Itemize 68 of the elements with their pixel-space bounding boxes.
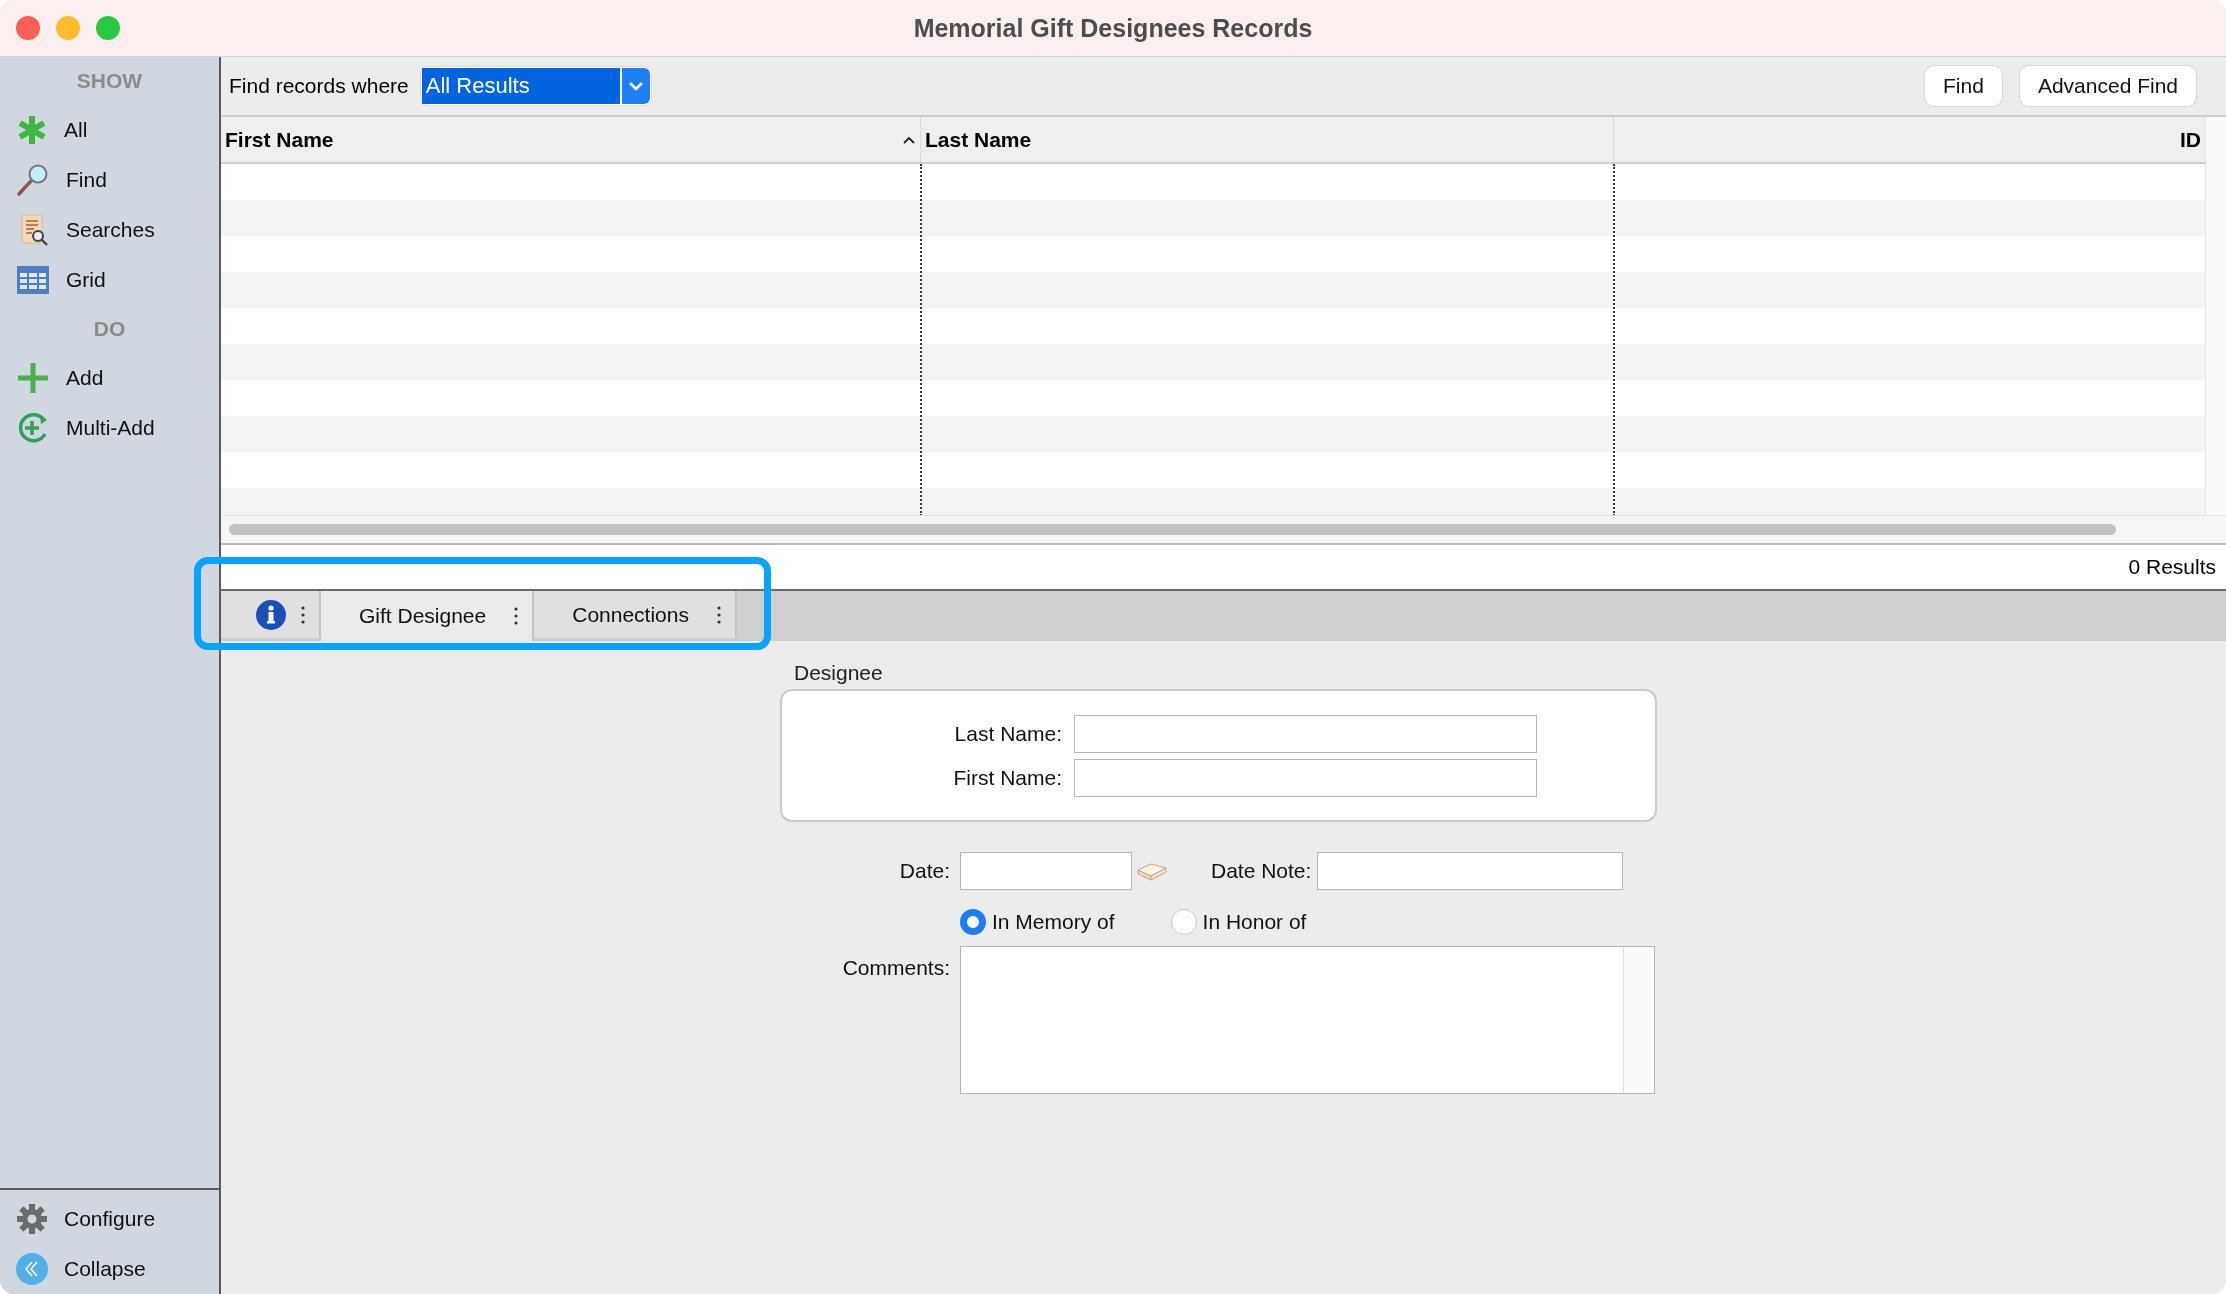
radio-button[interactable]: [960, 909, 986, 935]
sidebar-item[interactable]: Multi-Add: [0, 403, 219, 453]
radio-label: In Memory of: [992, 910, 1115, 934]
info-tab[interactable]: [221, 591, 321, 638]
field-label: Date:: [898, 859, 951, 883]
info-icon: [255, 598, 287, 631]
sidebar-item[interactable]: Searches: [0, 205, 219, 255]
sidebar-item[interactable]: Find: [0, 155, 219, 205]
table-row[interactable]: [221, 344, 2206, 380]
column-header[interactable]: First Name: [221, 117, 921, 162]
input-field[interactable]: [1074, 714, 1537, 753]
chevron-down-icon: [627, 80, 644, 92]
table-row[interactable]: [221, 416, 2206, 452]
sidebar-item-label: Searches: [66, 218, 155, 242]
sidebar-item-label: All: [64, 118, 88, 142]
sidebar-item[interactable]: Grid: [0, 255, 219, 305]
sort-ascending-icon: [902, 134, 916, 145]
field-label: Date Note:: [1211, 859, 1312, 883]
plus-icon: [16, 361, 50, 395]
results-count: 0 Results: [2128, 555, 2216, 579]
table-row[interactable]: [221, 200, 2206, 236]
group-title: Designee: [793, 661, 884, 686]
radio-label: In Honor of: [1202, 910, 1307, 934]
date-field[interactable]: [960, 852, 1132, 890]
section-heading: DO: [93, 316, 126, 342]
input-field[interactable]: [1074, 758, 1537, 797]
find-button[interactable]: Find: [1925, 66, 2002, 106]
asterisk-icon: [16, 114, 48, 146]
sidebar-item-label: Find: [66, 168, 107, 192]
filter-dropdown[interactable]: All Results: [420, 67, 651, 105]
filter-label: Find records where: [229, 74, 409, 98]
double-chevron-icon: [16, 1253, 48, 1285]
find-button[interactable]: Advanced Find: [2019, 66, 2196, 106]
sidebar-item-label: Grid: [66, 268, 106, 292]
sidebar-item-label: Multi-Add: [66, 416, 155, 440]
field-label: Last Name:: [953, 721, 1062, 746]
field-label: Comments:: [841, 955, 951, 980]
book-icon[interactable]: [1136, 860, 1168, 882]
sidebar-item[interactable]: Collapse: [0, 1244, 219, 1294]
horizontal-scrollbar-thumb[interactable]: [229, 524, 2116, 535]
vertical-ellipsis-icon[interactable]: [717, 604, 721, 625]
field-label: First Name:: [952, 765, 1062, 790]
input-field[interactable]: [1317, 852, 1624, 890]
zoom-button[interactable]: [96, 16, 120, 40]
grid-icon: [16, 264, 50, 296]
gear-icon: [16, 1203, 48, 1235]
magnifier-icon: [16, 163, 50, 197]
tab[interactable]: Connections: [534, 591, 737, 638]
section-heading: SHOW: [76, 68, 143, 94]
minimize-button[interactable]: [56, 16, 80, 40]
radio-option[interactable]: In Memory of: [960, 909, 1115, 935]
sidebar-item[interactable]: Add: [0, 353, 219, 403]
sidebar-item-label: Configure: [64, 1207, 156, 1231]
sidebar-item-label: Add: [66, 366, 104, 390]
table-row[interactable]: [221, 272, 2206, 308]
sidebar-item-label: Collapse: [64, 1257, 146, 1281]
window-title: Memorial Gift Designees Records: [913, 13, 1313, 43]
sidebar-item[interactable]: Configure: [0, 1194, 219, 1244]
column-header[interactable]: Last Name: [921, 117, 1614, 162]
tab[interactable]: Gift Designee: [321, 591, 535, 641]
comments-field[interactable]: [960, 946, 1655, 1094]
sidebar-item[interactable]: All: [0, 105, 219, 155]
radio-button[interactable]: [1170, 909, 1197, 935]
close-button[interactable]: [16, 16, 40, 40]
vertical-ellipsis-icon[interactable]: [514, 606, 519, 626]
vertical-ellipsis-icon[interactable]: [301, 604, 305, 625]
table-row[interactable]: [221, 488, 2206, 516]
radio-option[interactable]: In Honor of: [1170, 909, 1307, 935]
